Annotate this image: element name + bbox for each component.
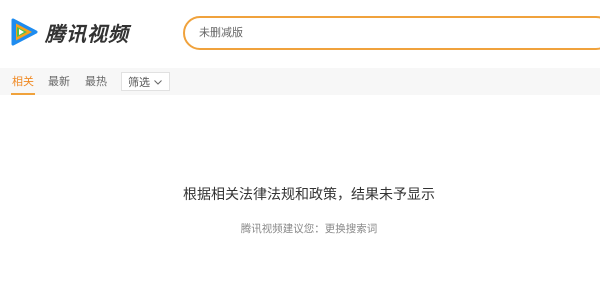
filter-label: 筛选 — [128, 75, 150, 89]
tab-related[interactable]: 相关 — [11, 68, 35, 95]
tencent-video-play-icon — [11, 18, 38, 46]
search-input[interactable] — [199, 18, 579, 48]
chevron-down-icon — [154, 79, 162, 85]
logo-text: 腾讯视频 — [45, 21, 129, 46]
tab-hottest[interactable]: 最热 — [85, 68, 107, 95]
tab-newest[interactable]: 最新 — [48, 68, 70, 95]
header: 腾讯视频 — [0, 0, 600, 68]
filter-button[interactable]: 筛选 — [121, 72, 170, 91]
empty-state-suggestion: 腾讯视频建议您：更换搜索词 — [240, 223, 378, 235]
page: 腾讯视频 相关 最新 最热 筛选 根据相关法律法规和政策，结果未予显示 腾讯视频… — [0, 0, 600, 298]
empty-state-message: 根据相关法律法规和政策，结果未予显示 — [183, 187, 435, 203]
tab-bar: 相关 最新 最热 筛选 — [0, 68, 600, 95]
logo[interactable]: 腾讯视频 — [8, 14, 129, 50]
search-box[interactable] — [183, 16, 600, 50]
